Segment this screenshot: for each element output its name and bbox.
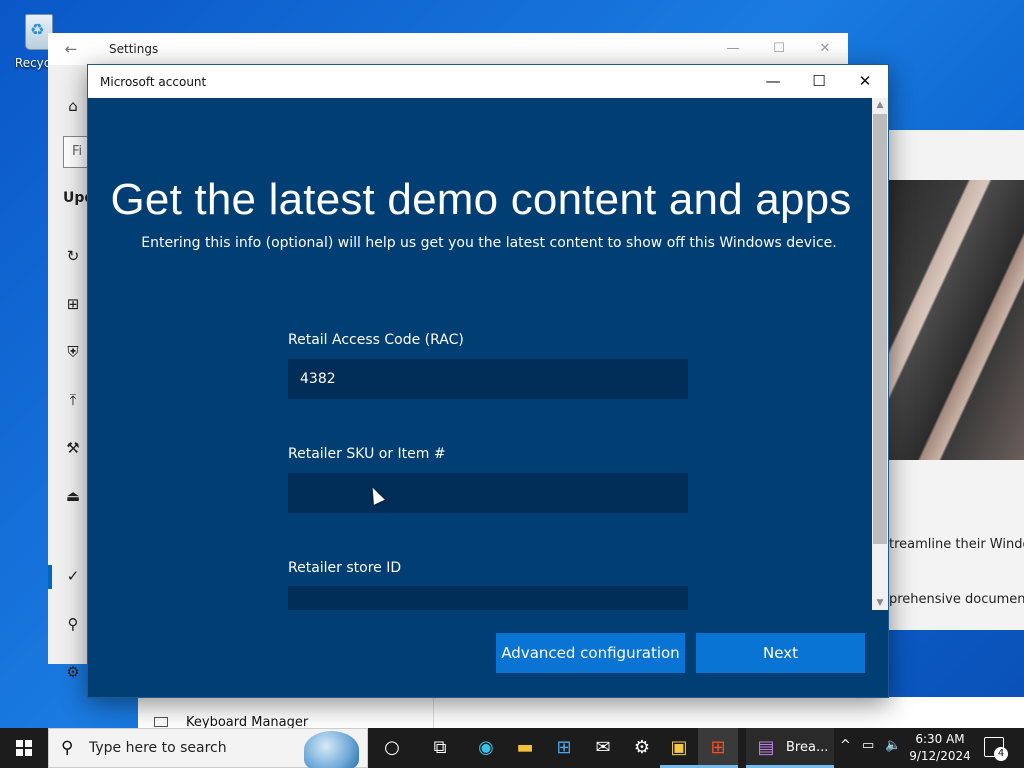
volume-muted-icon[interactable]: 🔈	[885, 738, 901, 753]
refresh-icon[interactable]: ↻	[62, 245, 84, 267]
settings-maximize-button[interactable]: ☐	[756, 33, 802, 65]
dialog-title: Microsoft account	[100, 74, 207, 89]
taskbar-search-placeholder: Type here to search	[89, 740, 227, 756]
taskbar-search-box[interactable]: ⚲ Type here to search	[48, 728, 368, 768]
microsoft-account-dialog: Microsoft account — ☐ ✕ ▲ ▼ Get the late…	[87, 64, 889, 698]
keyboard-icon	[154, 717, 168, 727]
network-icon[interactable]: ▭	[862, 738, 874, 753]
clock-date: 9/12/2024	[909, 749, 971, 763]
mail-icon[interactable]: ✉	[591, 736, 615, 760]
next-button[interactable]: Next	[696, 633, 865, 673]
background-text-line-1: treamline their Windo	[889, 537, 1024, 552]
search-icon: ⚲	[61, 738, 74, 758]
clock[interactable]: 6:30 AM 9/12/2024	[908, 731, 972, 765]
background-text-line-2: prehensive document	[889, 592, 1024, 607]
file-explorer-icon[interactable]: ▬	[513, 736, 537, 760]
activation-icon[interactable]: ✓	[62, 565, 84, 587]
background-photo	[888, 180, 1024, 460]
tray-chevron-icon[interactable]: ^	[840, 738, 851, 753]
scroll-up-icon[interactable]: ▲	[872, 100, 888, 110]
dialog-subheading: Entering this info (optional) will help …	[141, 235, 837, 251]
dialog-scrollbar[interactable]: ▲ ▼	[872, 98, 888, 610]
dialog-maximize-button[interactable]: ☐	[796, 65, 842, 98]
background-strip	[434, 697, 1024, 728]
taskbar-app-label: Brea...	[786, 740, 829, 755]
edge-icon[interactable]: ◉	[474, 736, 498, 760]
settings-close-button[interactable]: ✕	[802, 33, 848, 65]
backup-icon[interactable]: ⤒	[62, 389, 84, 411]
advanced-configuration-button[interactable]: Advanced configuration	[496, 633, 685, 673]
dialog-titlebar: Microsoft account — ☐ ✕	[88, 65, 888, 98]
notification-count-badge: 4	[994, 747, 1008, 761]
back-arrow-icon[interactable]: ←	[48, 40, 94, 58]
sku-input[interactable]	[288, 473, 688, 513]
settings-titlebar: ← Settings — ☐ ✕	[48, 33, 848, 65]
dialog-close-button[interactable]: ✕	[842, 65, 888, 98]
clock-time: 6:30 AM	[915, 732, 965, 746]
app-icon[interactable]: ▣	[667, 736, 691, 760]
cortana-icon[interactable]: ○	[380, 736, 404, 760]
scroll-down-icon[interactable]: ▼	[872, 598, 888, 608]
nav-active-indicator	[48, 565, 52, 589]
settings-minimize-button[interactable]: —	[710, 33, 756, 65]
microsoft-icon[interactable]: ⊞	[706, 736, 730, 760]
store-icon[interactable]: ⊞	[552, 736, 576, 760]
wrench-icon[interactable]: ⚒	[62, 437, 84, 459]
task-view-icon[interactable]: ⧉	[428, 736, 452, 760]
recovery-icon[interactable]: ⏏	[62, 485, 84, 507]
scrollbar-thumb[interactable]	[873, 114, 887, 544]
rac-input[interactable]: 4382	[288, 359, 688, 399]
dialog-heading: Get the latest demo content and apps	[110, 175, 852, 224]
rac-label: Retail Access Code (RAC)	[288, 332, 464, 348]
store-id-label: Retailer store ID	[288, 560, 402, 576]
settings-title: Settings	[109, 42, 159, 56]
breakfast-app-icon: ▤	[757, 737, 775, 758]
start-button[interactable]	[0, 728, 48, 768]
delivery-icon[interactable]: ⊞	[62, 293, 84, 315]
dialog-minimize-button[interactable]: —	[750, 65, 796, 98]
sku-label: Retailer SKU or Item #	[288, 446, 446, 462]
settings-icon[interactable]: ⚙	[630, 736, 654, 760]
find-device-icon[interactable]: ⚲	[62, 613, 84, 635]
keyboard-manager-window[interactable]: Keyboard Manager	[138, 697, 434, 730]
taskbar: ⚲ Type here to search ○ ⧉ ◉ ▬ ⊞ ✉ ⚙ ▣ ⊞ …	[0, 728, 1024, 768]
windows-logo-icon	[16, 740, 32, 756]
store-id-input[interactable]	[288, 586, 688, 610]
home-icon[interactable]: ⌂	[62, 95, 84, 117]
search-highlight-icon	[304, 731, 359, 768]
developer-icon[interactable]: ⚙	[62, 661, 84, 683]
shield-icon[interactable]: ⛨	[62, 341, 84, 363]
